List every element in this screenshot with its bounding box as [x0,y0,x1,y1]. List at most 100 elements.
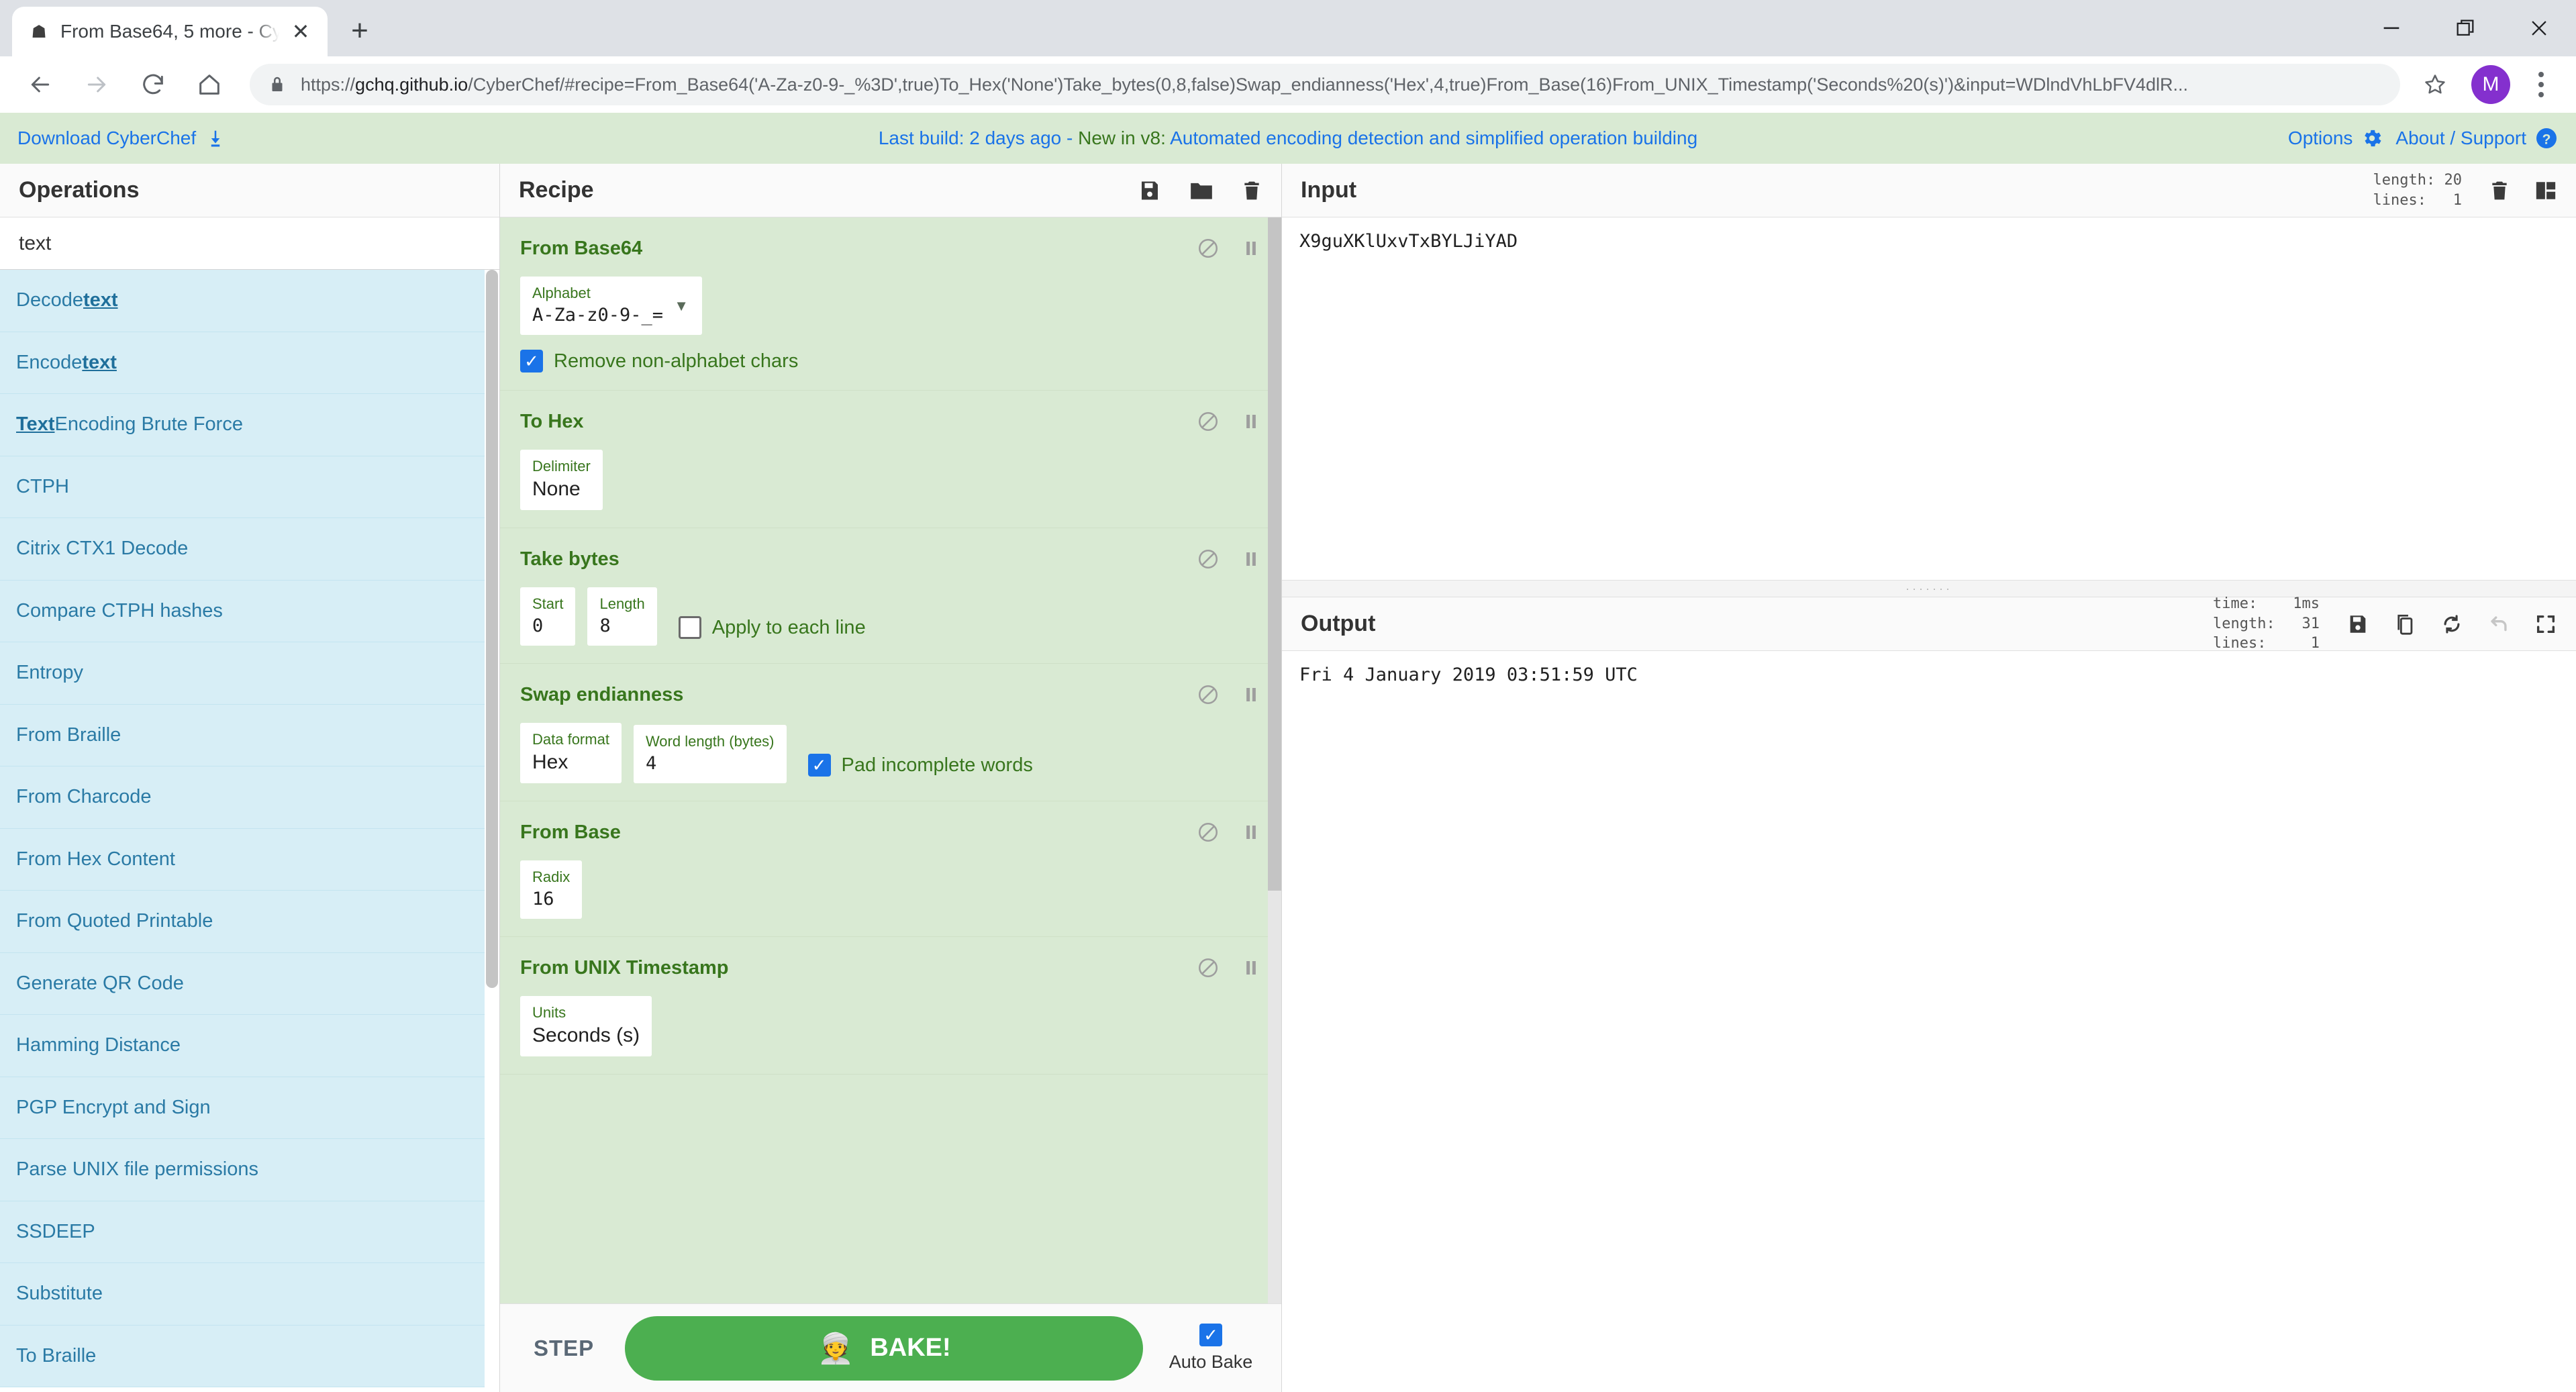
operation-list-item[interactable]: From Quoted Printable [0,891,499,953]
browser-tab[interactable]: ☗ From Base64, 5 more - CyberChef ✕ [12,7,328,56]
breakpoint-pause-icon[interactable] [1241,549,1261,569]
operation-list-item[interactable]: Text Encoding Brute Force [0,394,499,456]
operation-list-item[interactable]: Compare CTPH hashes [0,580,499,642]
arg-field[interactable]: Radix 16 [520,860,583,919]
new-tab-button[interactable]: + [342,13,377,48]
avatar[interactable]: M [2471,65,2510,104]
operation-list-item[interactable]: Generate QR Code [0,952,499,1015]
options-button[interactable]: Options [2288,127,2384,150]
address-bar[interactable]: https://gchq.github.io/CyberChef/#recipe… [250,64,2400,105]
scrollbar-thumb[interactable] [486,270,498,989]
maximize-icon[interactable] [2428,0,2502,56]
step-button[interactable]: STEP [520,1336,607,1361]
download-cyberchef-link[interactable]: Download CyberChef [17,128,226,149]
refresh-icon[interactable] [2440,613,2463,636]
trash-icon[interactable] [1241,180,1262,201]
arg-field[interactable]: Start 0 [520,587,576,646]
operation-list-item[interactable]: Parse UNIX file permissions [0,1139,499,1201]
scrollbar-thumb[interactable] [1268,217,1281,891]
recipe-operation[interactable]: Take bytes Start 0 Length 8 Apply to each lin… [500,528,1281,664]
input-textarea[interactable]: X9guXKlUxvTxBYLJiYAD [1282,217,2576,580]
operation-list-item[interactable]: Decode text [0,270,499,332]
arg-checkbox[interactable]: ✓ [520,350,543,372]
save-icon[interactable] [1138,179,1162,203]
io-splitter-handle[interactable]: ······· [1282,580,2576,597]
close-window-icon[interactable] [2502,0,2576,56]
arg-checkbox-row[interactable]: Apply to each line [678,616,866,646]
auto-bake-toggle[interactable]: ✓ Auto Bake [1160,1324,1261,1373]
breakpoint-pause-icon[interactable] [1241,411,1261,432]
operation-list-item[interactable]: From Charcode [0,766,499,829]
auto-bake-checkbox[interactable]: ✓ [1199,1324,1222,1346]
disable-operation-icon[interactable] [1197,956,1220,979]
disable-operation-icon[interactable] [1197,821,1220,844]
arg-checkbox[interactable]: ✓ [807,754,831,777]
disable-operation-icon[interactable] [1197,237,1220,260]
operation-list-item[interactable]: To Braille [0,1325,499,1387]
disable-operation-icon[interactable] [1197,548,1220,570]
arg-value[interactable]: Seconds (s) [532,1024,640,1047]
recipe-operation[interactable]: Swap endianness Data format Hex Word length… [500,664,1281,801]
operations-list[interactable]: Decode text Encode text Text Encoding Brut… [0,270,499,1392]
recipe-operations-list[interactable]: From Base64 Alphabet A-Za-z0-9-_= ▼ ✓ Remove … [500,217,1281,1303]
recipe-operation[interactable]: From Base Radix 16 [500,801,1281,937]
layout-icon[interactable] [2534,179,2557,202]
search-input[interactable] [19,232,481,255]
arg-value[interactable]: Hex [532,751,609,774]
copy-icon[interactable] [2393,613,2416,636]
breakpoint-pause-icon[interactable] [1241,238,1261,258]
arg-value[interactable]: 8 [599,615,644,636]
output-textarea[interactable]: Fri 4 January 2019 03:51:59 UTC [1282,651,2576,1392]
operations-search[interactable] [0,217,499,270]
recipe-operation[interactable]: To Hex Delimiter None [500,391,1281,528]
arg-field[interactable]: Delimiter None [520,450,603,510]
save-icon[interactable] [2346,613,2369,636]
home-icon[interactable] [184,59,235,110]
trash-icon[interactable] [2489,180,2510,201]
arg-field[interactable]: Length 8 [587,587,657,646]
reload-icon[interactable] [128,59,179,110]
minimize-icon[interactable] [2355,0,2428,56]
operation-list-item[interactable]: CTPH [0,456,499,518]
back-icon[interactable] [15,59,66,110]
arg-field[interactable]: Data format Hex [520,723,622,783]
operation-list-item[interactable]: Substitute [0,1263,499,1326]
breakpoint-pause-icon[interactable] [1241,685,1261,705]
close-icon[interactable]: ✕ [289,21,313,42]
arg-value[interactable]: 0 [532,615,563,636]
operation-list-item[interactable]: Hamming Distance [0,1015,499,1077]
operations-scrollbar[interactable] [485,270,499,1392]
operation-list-item[interactable]: Entropy [0,642,499,705]
operation-list-item[interactable]: Encode text [0,332,499,394]
recipe-operation[interactable]: From Base64 Alphabet A-Za-z0-9-_= ▼ ✓ Remove … [500,217,1281,391]
chevron-down-icon[interactable]: ▼ [674,297,689,315]
bookmark-star-icon[interactable] [2415,72,2455,97]
about-support-button[interactable]: About / Support ? [2395,126,2559,150]
arg-value[interactable]: 16 [532,889,570,909]
maximize-icon[interactable] [2534,613,2557,636]
operation-list-item[interactable]: PGP Encrypt and Sign [0,1077,499,1139]
bake-button[interactable]: 👳 BAKE! [625,1315,1143,1381]
disable-operation-icon[interactable] [1197,683,1220,706]
browser-menu-icon[interactable] [2521,72,2561,97]
arg-value[interactable]: None [532,478,591,501]
operation-list-item[interactable]: Citrix CTX1 Decode [0,518,499,581]
arg-value[interactable]: 4 [646,753,775,774]
arg-field[interactable]: Word length (bytes) 4 [633,725,787,783]
operation-list-item[interactable]: SSDEEP [0,1201,499,1263]
operation-list-item[interactable]: From Hex Content [0,828,499,891]
folder-icon[interactable] [1189,178,1214,203]
build-info[interactable]: Last build: 2 days ago - New in v8: Auto… [0,128,2576,149]
recipe-scrollbar[interactable] [1268,217,1281,1303]
recipe-operation[interactable]: From UNIX Timestamp Units Seconds (s) [500,937,1281,1075]
disable-operation-icon[interactable] [1197,410,1220,433]
operation-list-item[interactable]: From Braille [0,704,499,766]
arg-field[interactable]: Units Seconds (s) [520,996,652,1056]
arg-checkbox-row[interactable]: ✓ Remove non-alphabet chars [520,350,1261,372]
arg-field[interactable]: Alphabet A-Za-z0-9-_= ▼ [520,277,703,335]
arg-checkbox-row[interactable]: ✓ Pad incomplete words [807,754,1033,783]
breakpoint-pause-icon[interactable] [1241,822,1261,842]
breakpoint-pause-icon[interactable] [1241,958,1261,978]
arg-checkbox[interactable] [678,616,701,639]
arg-value[interactable]: A-Za-z0-9-_= [532,305,663,326]
